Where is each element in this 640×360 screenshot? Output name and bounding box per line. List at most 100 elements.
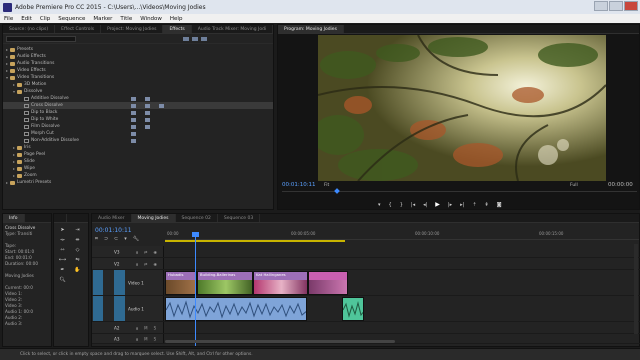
effects-folder[interactable]: ▸ Lumetri Presets [3, 179, 273, 186]
tools-tab-handle[interactable] [54, 214, 67, 222]
pen-tool-icon[interactable]: ✒ [58, 266, 67, 273]
mute-icon[interactable]: M [144, 325, 147, 330]
menu-help[interactable]: Help [170, 16, 183, 22]
video-clip[interactable]: Hubadis [165, 271, 197, 295]
add-marker-icon[interactable]: ▾ [378, 202, 381, 208]
accelerated-effects-icon[interactable] [183, 36, 189, 41]
ripple-edit-tool-icon[interactable]: ⟛ [58, 236, 67, 243]
go-to-out-icon[interactable]: ▸| [460, 202, 464, 208]
work-area-bar[interactable] [165, 240, 345, 242]
effects-item[interactable]: Additive Dissolve [3, 95, 273, 102]
tab-effect-controls[interactable]: Effect Controls [55, 25, 102, 33]
selection-tool-icon[interactable]: ➤ [58, 226, 67, 233]
effects-item[interactable]: Dip to Black [3, 109, 273, 116]
mark-in-icon[interactable]: { [389, 202, 392, 208]
timeline-ruler[interactable]: 00:00 00:00:05:00 00:00:10:00 00:00:15:0… [165, 228, 639, 240]
timeline-playhead[interactable] [195, 232, 196, 346]
timeline-horizontal-scrollbar[interactable] [165, 340, 395, 343]
solo-icon[interactable]: S [154, 336, 157, 341]
source-patch-v1[interactable] [93, 270, 103, 295]
effects-folder[interactable]: ▸ Wipe [3, 165, 273, 172]
effects-folder[interactable]: ▸ Audio Transitions [3, 60, 273, 67]
eye-icon[interactable]: ◉ [154, 249, 158, 254]
tab-audio-mixer[interactable]: Audio Mixer [92, 214, 132, 222]
video-clip[interactable]: Kat Hallinganes [253, 271, 308, 295]
add-marker-tl-icon[interactable]: ▾ [124, 236, 127, 242]
menu-file[interactable]: File [4, 16, 13, 22]
effects-folder[interactable]: ▸ Audio Effects [3, 53, 273, 60]
mark-out-icon[interactable]: } [400, 202, 403, 208]
eye-icon[interactable]: ◉ [154, 261, 158, 266]
effects-search-input[interactable] [6, 35, 76, 42]
linked-selection-icon[interactable]: ⊂ [114, 236, 118, 242]
effects-folder[interactable]: ▸ Iris [3, 144, 273, 151]
effects-folder[interactable]: ▸ 3D Motion [3, 81, 273, 88]
track-select-tool-icon[interactable]: ⇥ [73, 226, 82, 233]
rate-stretch-tool-icon[interactable]: ⇿ [58, 246, 67, 253]
timeline-timecode[interactable]: 00:01:10:11 [95, 227, 132, 234]
tab-sequence-02[interactable]: Sequence 02 [176, 214, 218, 222]
video-clip[interactable]: Building-Ballerinas [197, 271, 253, 295]
tab-source[interactable]: Source: (no clips) [3, 25, 56, 33]
menu-marker[interactable]: Marker [93, 16, 112, 22]
zoom-tool-icon[interactable]: 🔍︎ [58, 276, 67, 283]
playback-resolution-dropdown[interactable]: Full [570, 183, 578, 188]
tab-project[interactable]: Project: Moving Jodies [101, 25, 164, 33]
yuv-effects-icon[interactable] [201, 36, 207, 41]
menu-window[interactable]: Window [140, 16, 162, 22]
lock-icon[interactable]: 🔒︎ [136, 249, 138, 254]
program-current-timecode[interactable]: 00:01:10:11 [282, 182, 316, 188]
video-clip[interactable] [308, 271, 348, 295]
sync-icon[interactable]: ⇄ [144, 249, 147, 254]
effects-item[interactable]: Dip to White [3, 116, 273, 123]
menu-clip[interactable]: Clip [40, 16, 50, 22]
close-button[interactable] [624, 1, 638, 11]
effects-item[interactable]: Cross Dissolve [3, 102, 273, 109]
step-forward-icon[interactable]: |▸ [448, 202, 452, 208]
export-frame-icon[interactable]: ◙ [497, 202, 502, 208]
effects-folder[interactable]: ▾ Video Transitions [3, 74, 273, 81]
timeline-settings-icon[interactable]: 🔧︎ [133, 236, 139, 242]
tab-info[interactable]: Info [3, 214, 25, 222]
effects-folder[interactable]: ▸ Presets [3, 46, 273, 53]
nest-icon[interactable]: ⌗ [95, 236, 98, 242]
menu-sequence[interactable]: Sequence [58, 16, 85, 22]
solo-icon[interactable]: S [154, 325, 157, 330]
program-video-frame[interactable] [318, 35, 606, 181]
source-patch-a1[interactable] [93, 296, 103, 321]
target-toggle-v1[interactable] [114, 270, 125, 295]
audio-clip[interactable] [342, 297, 364, 321]
effects-item[interactable]: Morph Cut [3, 130, 273, 137]
play-icon[interactable]: ▶ [435, 201, 440, 208]
target-toggle-a1[interactable] [114, 296, 125, 321]
lock-icon[interactable]: 🔒︎ [136, 261, 138, 266]
tab-moving-jodies[interactable]: Moving Jodies [131, 214, 176, 222]
32bit-effects-icon[interactable] [192, 36, 198, 41]
tab-effects[interactable]: Effects [163, 25, 192, 33]
tab-program[interactable]: Program: Moving Jodies [278, 25, 344, 33]
maximize-button[interactable] [609, 1, 623, 11]
sync-icon[interactable]: ⇄ [144, 261, 147, 266]
mute-icon[interactable]: M [144, 336, 147, 341]
lock-icon[interactable]: 🔒︎ [136, 325, 138, 330]
snap-icon[interactable]: ⊃ [104, 236, 108, 242]
audio-clip[interactable] [165, 297, 307, 321]
lift-icon[interactable]: ⇡ [472, 202, 476, 208]
timeline-vertical-scrollbar[interactable] [634, 244, 638, 334]
slide-tool-icon[interactable]: ⇋ [73, 256, 82, 263]
menu-edit[interactable]: Edit [21, 16, 32, 22]
zoom-level-dropdown[interactable]: Fit [324, 183, 329, 188]
go-to-in-icon[interactable]: |◂ [411, 202, 415, 208]
tab-audio-track-mixer[interactable]: Audio Track Mixer: Moving Jodi [192, 25, 274, 33]
effects-folder[interactable]: ▾ Dissolve [3, 88, 273, 95]
razor-tool-icon[interactable]: ◇ [73, 246, 82, 253]
minimize-button[interactable] [594, 1, 608, 11]
effects-item[interactable]: Non-Additive Dissolve [3, 137, 273, 144]
extract-icon[interactable]: ⇞ [485, 202, 489, 208]
lock-icon[interactable]: 🔒︎ [136, 336, 138, 341]
slip-tool-icon[interactable]: ⟷ [58, 256, 67, 263]
effects-folder[interactable]: ▸ Video Effects [3, 67, 273, 74]
menu-title[interactable]: Title [120, 16, 132, 22]
effects-folder[interactable]: ▸ Zoom [3, 172, 273, 179]
rolling-edit-tool-icon[interactable]: ⇹ [73, 236, 82, 243]
